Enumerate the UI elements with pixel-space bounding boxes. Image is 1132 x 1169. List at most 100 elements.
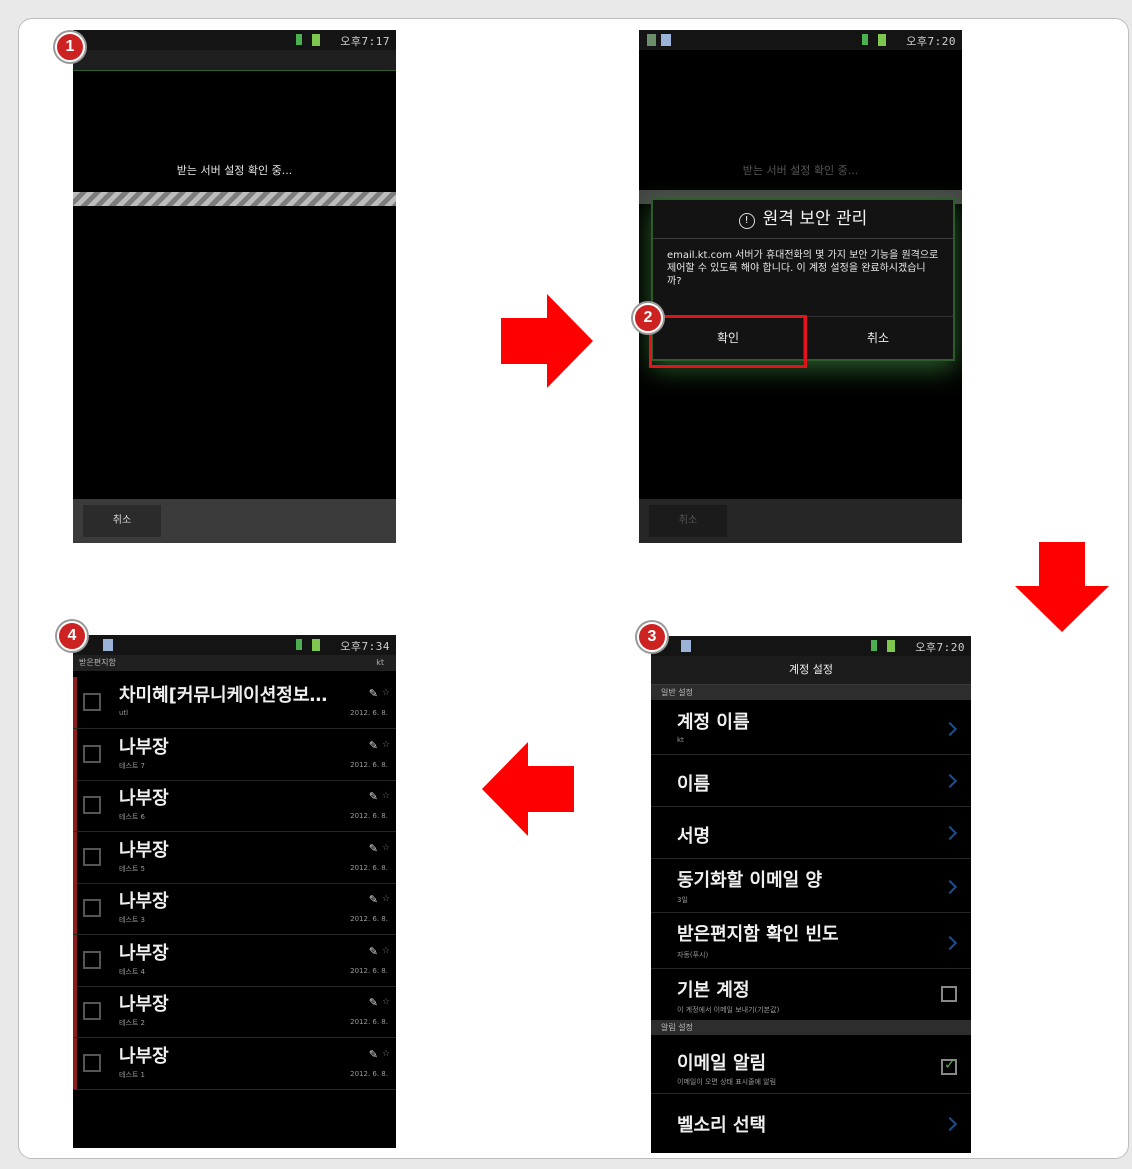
arrow-down-icon [1015,542,1109,632]
page-title: 계정 설정 [651,656,971,685]
setting-title: 계정 이름 [677,712,750,733]
dialog-cancel-button[interactable]: 취소 [803,317,953,359]
setting-default-account[interactable]: 기본 계정 이 계정에서 이메일 보내기(기본값) [651,968,971,1021]
dialog-title-text: 원격 보안 관리 [762,209,868,229]
setting-check-frequency[interactable]: 받은편지함 확인 빈도 자동(푸시) [651,912,971,969]
mail-checkbox[interactable] [83,796,101,814]
setting-account-name[interactable]: 계정 이름 kt [651,700,971,755]
attachment-icon: ✎ [368,841,378,855]
unread-marker [73,986,77,1037]
mail-checkbox[interactable] [83,950,101,969]
setting-sync-amount[interactable]: 동기화할 이메일 양 3일 [651,858,971,913]
star-icon[interactable]: ☆ [382,843,390,853]
app-icon [661,34,671,46]
unread-marker [73,831,77,883]
mail-subject: 테스트 1 [119,1070,145,1079]
cancel-button[interactable]: 취소 [83,505,161,537]
mail-checkbox[interactable] [83,1053,101,1072]
step-badge-1: 1 [55,32,85,62]
default-account-checkbox[interactable] [941,986,957,1002]
attachment-icon: ✎ [368,790,378,803]
mail-checkbox[interactable] [83,693,101,711]
mail-subject: utl [119,709,129,717]
setting-ringtone[interactable]: 벨소리 선택 [651,1093,971,1153]
mail-sender: 차미혜[커뮤니케이션정보… [119,685,328,706]
unread-marker [73,934,77,986]
unread-marker [73,1037,77,1089]
star-icon[interactable]: ☆ [382,1049,390,1059]
mail-list-item[interactable]: 나부장 테스트 6 ✎ ☆ 2012. 6. 8. [73,780,396,832]
progress-bar [73,192,396,206]
account-label: kt [376,658,384,667]
status-bar: 오후7:34 [73,635,396,655]
star-icon[interactable]: ☆ [382,740,390,750]
screen-remote-security: 오후7:20 받는 서버 설정 확인 중... ! 원격 보안 관리 email.… [639,30,962,543]
mail-sender: 나부장 [119,891,169,912]
star-icon[interactable]: ☆ [382,688,390,698]
signal-icon [871,640,877,651]
status-time: 오후7:17 [340,35,390,48]
dimmed-progress-message: 받는 서버 설정 확인 중... [742,164,859,177]
star-icon[interactable]: ☆ [382,894,390,904]
progress-message: 받는 서버 설정 확인 중... [176,164,293,177]
mail-date: 2012. 6. 8. [350,915,388,923]
setting-subtitle: 이메일이 오면 상태 표시줄에 알림 [677,1078,777,1086]
mail-date: 2012. 6. 8. [350,966,388,975]
inbox-header: 받은편지함 kt [73,655,396,671]
signal-icon [296,34,302,45]
mail-sender: 나부장 [119,736,169,758]
mail-list-item[interactable]: 나부장 테스트 3 ✎ ☆ 2012. 6. 8. [73,883,396,935]
mail-checkbox[interactable] [83,744,101,763]
battery-icon [312,639,320,651]
mail-sender: 나부장 [119,994,169,1015]
setting-signature[interactable]: 서명 [651,806,971,859]
arrow-left-icon [482,742,574,836]
setting-subtitle: 자동(푸시) [677,951,709,959]
battery-icon [878,34,886,46]
bottom-bar: 취소 [639,499,962,543]
setting-name[interactable]: 이름 [651,754,971,807]
email-notification-checkbox[interactable] [941,1057,957,1075]
chevron-right-icon [942,773,958,789]
chevron-right-icon [942,721,958,737]
mail-date: 2012. 6. 8. [350,863,388,872]
attachment-icon: ✎ [368,687,378,700]
arrow-right-icon [501,294,593,388]
cancel-button[interactable]: 취소 [649,505,727,537]
mail-list-item[interactable]: 나부장 테스트 4 ✎ ☆ 2012. 6. 8. [73,934,396,987]
mail-list-item[interactable]: 차미혜[커뮤니케이션정보… utl ✎ ☆ 2012. 6. 8. [73,677,396,729]
dialog-title: ! 원격 보안 관리 [653,200,953,239]
mail-sender: 나부장 [119,1045,169,1067]
mail-list-item[interactable]: 나부장 테스트 2 ✎ ☆ 2012. 6. 8. [73,986,396,1038]
mail-sender: 나부장 [119,942,169,964]
mail-list-item[interactable]: 나부장 테스트 5 ✎ ☆ 2012. 6. 8. [73,831,396,884]
mail-list-item[interactable]: 나부장 테스트 1 ✎ ☆ 2012. 6. 8. [73,1037,396,1090]
mail-checkbox[interactable] [83,847,101,866]
step-badge-4: 4 [57,621,87,651]
mail-date: 2012. 6. 8. [350,1018,388,1026]
title-bar [73,50,396,71]
setting-title: 이메일 알림 [677,1053,767,1074]
attachment-icon: ✎ [368,1047,378,1061]
setting-title: 받은편지함 확인 빈도 [677,924,839,945]
mail-checkbox[interactable] [83,899,101,917]
step-badge-3: 3 [637,622,667,652]
screen-account-settings: 오후7:20 계정 설정 일반 설정 계정 이름 kt 이름 서명 동기화할 이… [651,636,971,1153]
status-time: 오후7:34 [340,640,390,653]
attachment-icon: ✎ [368,996,378,1009]
star-icon[interactable]: ☆ [382,946,390,956]
notification-icon [647,34,656,46]
status-bar: 오후7:17 [73,30,396,50]
setting-title: 이름 [677,774,711,795]
confirm-highlight-box [649,315,807,368]
star-icon[interactable]: ☆ [382,791,390,801]
mail-checkbox[interactable] [83,1002,101,1020]
step-badge-2: 2 [633,303,663,333]
attachment-icon: ✎ [368,944,378,958]
setting-email-notification[interactable]: 이메일 알림 이메일이 오면 상태 표시줄에 알림 [651,1035,971,1094]
unread-marker [73,728,77,780]
mail-sender: 나부장 [119,839,169,861]
star-icon[interactable]: ☆ [382,997,390,1007]
attachment-icon: ✎ [368,738,378,752]
mail-list-item[interactable]: 나부장 테스트 7 ✎ ☆ 2012. 6. 8. [73,728,396,781]
